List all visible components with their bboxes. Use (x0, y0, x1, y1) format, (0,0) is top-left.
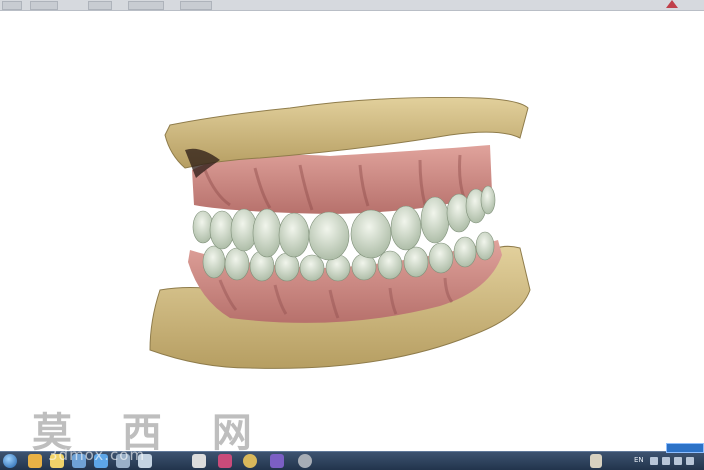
notification-popup[interactable] (666, 443, 704, 453)
folder-icon[interactable] (28, 454, 42, 468)
watermark-url: 3dmox.com (48, 446, 146, 464)
start-button[interactable] (3, 454, 17, 468)
window-top-strip (0, 0, 704, 11)
red-triangle-icon[interactable] (666, 0, 678, 8)
browser-icon[interactable] (298, 454, 312, 468)
tray-icon-2[interactable] (662, 457, 670, 465)
tray-icon-3[interactable] (674, 457, 682, 465)
3d-viewport[interactable] (0, 11, 704, 451)
package-icon[interactable] (192, 454, 206, 468)
top-menu-button-2[interactable] (30, 1, 58, 10)
system-tray: EN (632, 452, 704, 470)
top-menu-button-4[interactable] (128, 1, 164, 10)
ball-icon[interactable] (243, 454, 257, 468)
search-icon[interactable] (270, 454, 284, 468)
tray-icon-1[interactable] (650, 457, 658, 465)
top-menu-button-5[interactable] (180, 1, 212, 10)
note-icon[interactable] (590, 454, 602, 468)
tray-icon-4[interactable] (686, 457, 694, 465)
dental-model-render[interactable] (0, 11, 704, 451)
top-menu-button-3[interactable] (88, 1, 112, 10)
language-indicator[interactable]: EN (634, 456, 644, 464)
top-menu-button-1[interactable] (2, 1, 22, 10)
cad-icon[interactable] (218, 454, 232, 468)
